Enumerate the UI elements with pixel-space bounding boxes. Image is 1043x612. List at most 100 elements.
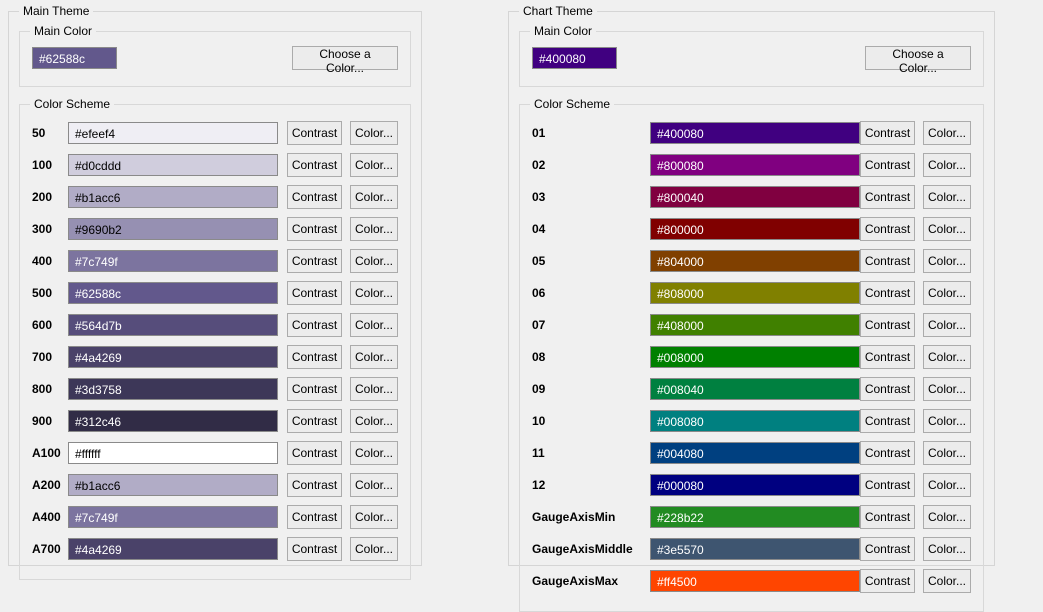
- color-value-field[interactable]: #008080: [650, 410, 860, 432]
- color-scheme-row: A700#4a4269ContrastColor...: [32, 537, 398, 561]
- color-value-field[interactable]: #9690b2: [68, 218, 278, 240]
- color-value-field[interactable]: #4a4269: [68, 346, 278, 368]
- color-button[interactable]: Color...: [923, 505, 971, 529]
- color-button[interactable]: Color...: [350, 409, 398, 433]
- main-color-swatch[interactable]: #400080: [532, 47, 617, 69]
- color-scheme-row: 600#564d7bContrastColor...: [32, 313, 398, 337]
- color-value-field[interactable]: #312c46: [68, 410, 278, 432]
- scheme-key-label: 01: [532, 126, 650, 140]
- color-value-field[interactable]: #228b22: [650, 506, 860, 528]
- contrast-button[interactable]: Contrast: [860, 537, 915, 561]
- color-value-field[interactable]: #7c749f: [68, 506, 278, 528]
- scheme-key-label: 04: [532, 222, 650, 236]
- scheme-key-label: GaugeAxisMax: [532, 574, 650, 588]
- contrast-button[interactable]: Contrast: [287, 409, 342, 433]
- color-button[interactable]: Color...: [923, 313, 971, 337]
- color-value-field[interactable]: #ffffff: [68, 442, 278, 464]
- color-value-field[interactable]: #808000: [650, 282, 860, 304]
- color-button[interactable]: Color...: [350, 377, 398, 401]
- color-button[interactable]: Color...: [923, 249, 971, 273]
- color-button[interactable]: Color...: [923, 409, 971, 433]
- color-button[interactable]: Color...: [350, 537, 398, 561]
- contrast-button[interactable]: Contrast: [860, 441, 915, 465]
- color-value-field[interactable]: #3d3758: [68, 378, 278, 400]
- color-value-field[interactable]: #62588c: [68, 282, 278, 304]
- contrast-button[interactable]: Contrast: [287, 377, 342, 401]
- color-value-field[interactable]: #800000: [650, 218, 860, 240]
- contrast-button[interactable]: Contrast: [287, 153, 342, 177]
- contrast-button[interactable]: Contrast: [860, 249, 915, 273]
- color-button[interactable]: Color...: [350, 153, 398, 177]
- contrast-button[interactable]: Contrast: [860, 281, 915, 305]
- color-button[interactable]: Color...: [350, 217, 398, 241]
- contrast-button[interactable]: Contrast: [287, 217, 342, 241]
- contrast-button[interactable]: Contrast: [287, 345, 342, 369]
- color-value-field[interactable]: #b1acc6: [68, 186, 278, 208]
- contrast-button[interactable]: Contrast: [860, 345, 915, 369]
- choose-color-button[interactable]: Choose a Color...: [292, 46, 398, 70]
- contrast-button[interactable]: Contrast: [860, 569, 915, 593]
- main-theme-group: Main Theme Main Color #62588c Choose a C…: [8, 4, 422, 566]
- contrast-button[interactable]: Contrast: [287, 537, 342, 561]
- contrast-button[interactable]: Contrast: [860, 185, 915, 209]
- contrast-button[interactable]: Contrast: [287, 313, 342, 337]
- color-button[interactable]: Color...: [923, 185, 971, 209]
- color-value-field[interactable]: #ff4500: [650, 570, 860, 592]
- color-button[interactable]: Color...: [923, 377, 971, 401]
- color-value-field[interactable]: #008040: [650, 378, 860, 400]
- contrast-button[interactable]: Contrast: [860, 121, 915, 145]
- main-color-swatch[interactable]: #62588c: [32, 47, 117, 69]
- contrast-button[interactable]: Contrast: [287, 281, 342, 305]
- contrast-button[interactable]: Contrast: [860, 153, 915, 177]
- color-button[interactable]: Color...: [350, 441, 398, 465]
- choose-color-button[interactable]: Choose a Color...: [865, 46, 971, 70]
- color-value-field[interactable]: #7c749f: [68, 250, 278, 272]
- color-button[interactable]: Color...: [923, 569, 971, 593]
- color-value-field[interactable]: #3e5570: [650, 538, 860, 560]
- contrast-button[interactable]: Contrast: [860, 313, 915, 337]
- color-button[interactable]: Color...: [350, 345, 398, 369]
- color-value-field[interactable]: #b1acc6: [68, 474, 278, 496]
- color-button[interactable]: Color...: [350, 185, 398, 209]
- color-value-field[interactable]: #800080: [650, 154, 860, 176]
- contrast-button[interactable]: Contrast: [287, 505, 342, 529]
- color-button[interactable]: Color...: [923, 281, 971, 305]
- color-value-field[interactable]: #400080: [650, 122, 860, 144]
- color-value-field[interactable]: #564d7b: [68, 314, 278, 336]
- color-button[interactable]: Color...: [350, 249, 398, 273]
- color-button[interactable]: Color...: [350, 121, 398, 145]
- color-scheme-row: 900#312c46ContrastColor...: [32, 409, 398, 433]
- color-button[interactable]: Color...: [350, 281, 398, 305]
- color-button[interactable]: Color...: [923, 153, 971, 177]
- color-button[interactable]: Color...: [923, 537, 971, 561]
- main-theme-title: Main Theme: [19, 4, 93, 18]
- contrast-button[interactable]: Contrast: [287, 441, 342, 465]
- contrast-button[interactable]: Contrast: [860, 377, 915, 401]
- color-value-field[interactable]: #800040: [650, 186, 860, 208]
- color-button[interactable]: Color...: [923, 121, 971, 145]
- color-value-field[interactable]: #efeef4: [68, 122, 278, 144]
- contrast-button[interactable]: Contrast: [860, 473, 915, 497]
- contrast-button[interactable]: Contrast: [860, 217, 915, 241]
- contrast-button[interactable]: Contrast: [287, 249, 342, 273]
- color-button[interactable]: Color...: [350, 313, 398, 337]
- color-value-field[interactable]: #4a4269: [68, 538, 278, 560]
- color-button[interactable]: Color...: [923, 217, 971, 241]
- color-value-field[interactable]: #408000: [650, 314, 860, 336]
- color-button[interactable]: Color...: [350, 473, 398, 497]
- color-button[interactable]: Color...: [923, 473, 971, 497]
- contrast-button[interactable]: Contrast: [287, 121, 342, 145]
- color-scheme-row: 400#7c749fContrastColor...: [32, 249, 398, 273]
- color-value-field[interactable]: #000080: [650, 474, 860, 496]
- color-value-field[interactable]: #004080: [650, 442, 860, 464]
- color-button[interactable]: Color...: [350, 505, 398, 529]
- color-button[interactable]: Color...: [923, 441, 971, 465]
- contrast-button[interactable]: Contrast: [860, 409, 915, 433]
- contrast-button[interactable]: Contrast: [287, 185, 342, 209]
- contrast-button[interactable]: Contrast: [860, 505, 915, 529]
- color-value-field[interactable]: #d0cddd: [68, 154, 278, 176]
- color-value-field[interactable]: #804000: [650, 250, 860, 272]
- color-value-field[interactable]: #008000: [650, 346, 860, 368]
- contrast-button[interactable]: Contrast: [287, 473, 342, 497]
- color-button[interactable]: Color...: [923, 345, 971, 369]
